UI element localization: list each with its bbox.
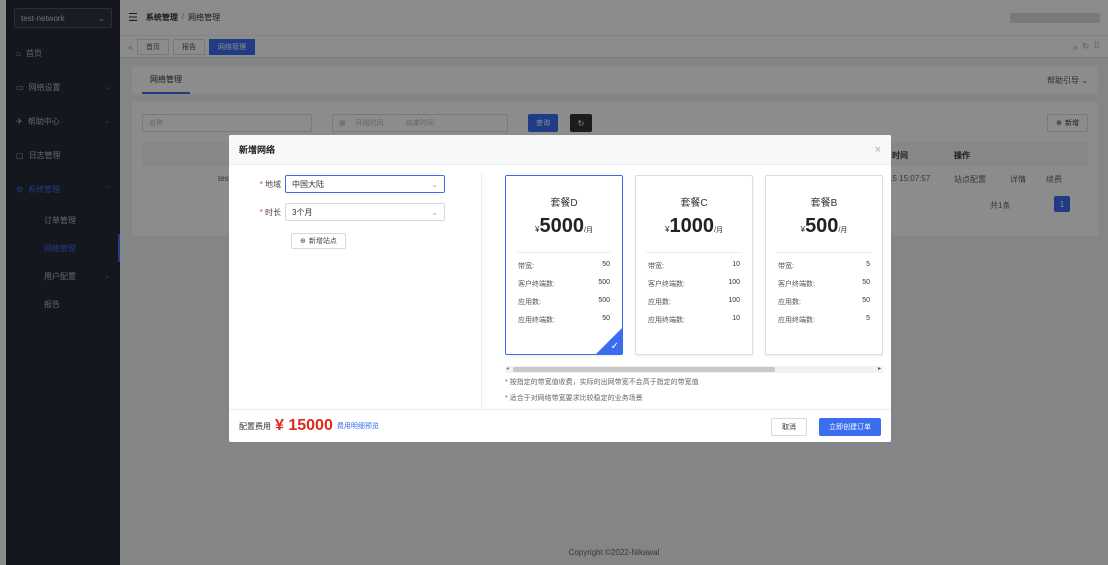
package-price: ¥500/月 xyxy=(800,215,848,237)
region-label: * 地域 xyxy=(259,179,281,189)
package-row-bandwidth: 带宽: 5 xyxy=(778,261,870,270)
add-site-label: 新增站点 xyxy=(308,238,337,245)
package-row-apps: 应用数: 100 xyxy=(648,297,740,306)
modal-divider xyxy=(481,173,482,409)
add-site-button[interactable]: ⊕ 新增站点 xyxy=(291,233,346,249)
package-row-bandwidth: 带宽: 10 xyxy=(648,261,740,270)
duration-select-value: 3个月 xyxy=(292,207,313,217)
modal-footer: 配置费用 ¥ 15000 费用明细预览 取消 立即创建订单 xyxy=(229,409,891,442)
package-row-app-terminals: 应用终端数: 50 xyxy=(518,315,610,324)
scroll-right-arrow-icon[interactable]: ▸ xyxy=(878,365,881,372)
package-name: 套餐D xyxy=(550,198,578,209)
scrollbar-thumb[interactable] xyxy=(513,367,775,372)
package-name: 套餐B xyxy=(810,198,838,209)
plus-circle-icon: ⊕ xyxy=(300,238,306,245)
region-select-value: 中国大陆 xyxy=(292,179,324,189)
scroll-left-arrow-icon[interactable]: ◂ xyxy=(506,365,509,372)
duration-label: * 时长 xyxy=(259,207,281,217)
package-scrollbar[interactable]: ◂ ▸ xyxy=(505,366,883,373)
fee-detail-link[interactable]: 费用明细预览 xyxy=(337,421,379,431)
duration-select[interactable]: 3个月 ⌄ xyxy=(285,203,445,221)
package-separator xyxy=(646,252,742,253)
package-row-apps: 应用数: 50 xyxy=(778,297,870,306)
modal-form: * 地域 中国大陆 ⌄ * 时长 3个月 ⌄ ⊕ 新增站点 xyxy=(229,165,479,409)
fee-value: ¥ 15000 xyxy=(275,417,333,434)
fee-label: 配置费用 xyxy=(239,421,271,431)
package-row-clients: 客户终端数: 50 xyxy=(778,279,870,288)
package-row-clients: 客户终端数: 500 xyxy=(518,279,610,288)
cancel-button[interactable]: 取消 xyxy=(771,418,807,436)
package-separator xyxy=(516,252,612,253)
package-card-d[interactable]: 套餐D ¥5000/月 带宽: 50 客户终端数: 500 应用数: 500 应用终端… xyxy=(505,175,623,355)
chevron-down-icon: ⌄ xyxy=(431,179,438,189)
package-row-app-terminals: 应用终端数: 10 xyxy=(648,315,740,324)
duration-row: * 时长 3个月 ⌄ xyxy=(229,203,445,221)
package-list: 套餐D ¥5000/月 带宽: 50 客户终端数: 500 应用数: 500 应用终端… xyxy=(505,173,883,359)
close-icon[interactable]: × xyxy=(875,144,881,156)
billing-note: * 按指定的带宽值收费，实际的出网带宽不会高于指定的带宽值 xyxy=(505,379,699,386)
package-row-bandwidth: 带宽: 50 xyxy=(518,261,610,270)
check-icon: ✓ xyxy=(610,341,619,352)
package-card-b[interactable]: 套餐B ¥500/月 带宽: 5 客户终端数: 50 应用数: 50 应用终端数: 5 xyxy=(765,175,883,355)
package-card-c[interactable]: 套餐C ¥1000/月 带宽: 10 客户终端数: 100 应用数: 100 应用终端… xyxy=(635,175,753,355)
region-select[interactable]: 中国大陆 ⌄ xyxy=(285,175,445,193)
package-price: ¥5000/月 xyxy=(535,215,593,237)
package-row-app-terminals: 应用终端数: 5 xyxy=(778,315,870,324)
package-separator xyxy=(776,252,872,253)
app-window: test-network ⌄ ⌂ 首页 ▭ 网络设置 ⌄ ✈ 帮助中心 ⌄ ▢ … xyxy=(0,0,1108,565)
new-network-modal: 新增网络 × * 地域 中国大陆 ⌄ * 时长 3个月 ⌄ ⊕ 新增站点 套餐D… xyxy=(229,135,891,442)
package-price: ¥1000/月 xyxy=(665,215,723,237)
package-name: 套餐C xyxy=(680,198,708,209)
modal-title: 新增网络 xyxy=(239,145,276,155)
modal-header: 新增网络 × xyxy=(229,135,891,165)
usage-note: * 适合于对网络带宽要求比较稳定的业务场景 xyxy=(505,395,643,402)
create-order-button[interactable]: 立即创建订单 xyxy=(819,418,881,436)
chevron-down-icon: ⌄ xyxy=(431,207,438,217)
package-row-clients: 客户终端数: 100 xyxy=(648,279,740,288)
region-row: * 地域 中国大陆 ⌄ xyxy=(229,175,445,193)
package-row-apps: 应用数: 500 xyxy=(518,297,610,306)
